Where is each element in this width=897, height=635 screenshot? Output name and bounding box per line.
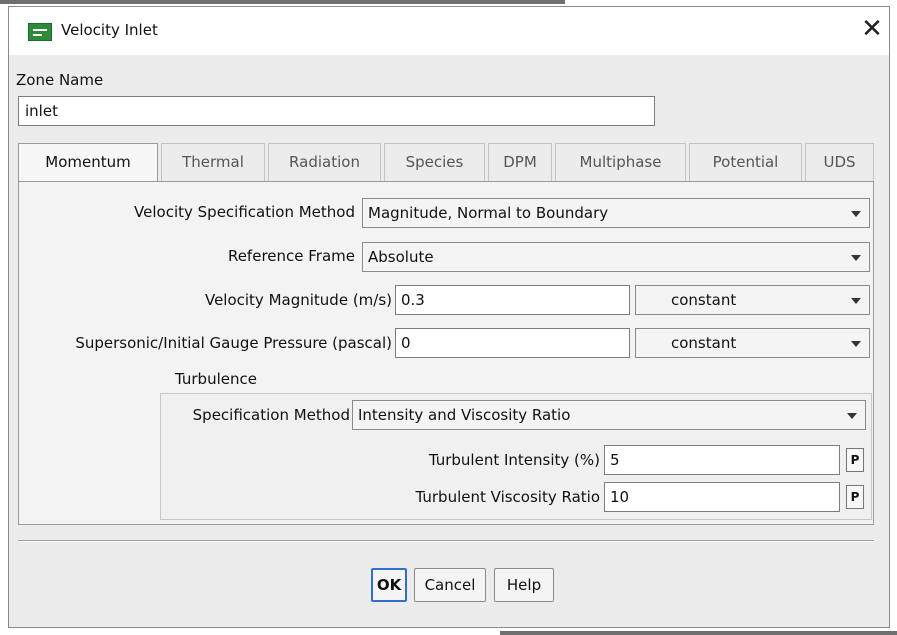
tab-potential[interactable]: Potential bbox=[689, 143, 802, 181]
cancel-button[interactable]: Cancel bbox=[414, 568, 486, 602]
tab-thermal[interactable]: Thermal bbox=[161, 143, 265, 181]
turbulent-intensity-input[interactable] bbox=[604, 445, 840, 475]
chevron-down-icon bbox=[851, 211, 861, 217]
reference-frame-select[interactable]: Absolute bbox=[362, 242, 870, 272]
velocity-spec-method-select[interactable]: Magnitude, Normal to Boundary bbox=[362, 198, 870, 228]
velocity-spec-method-value: Magnitude, Normal to Boundary bbox=[368, 204, 609, 222]
turbulent-viscosity-ratio-label: Turbulent Viscosity Ratio bbox=[415, 488, 601, 506]
chevron-down-icon bbox=[851, 298, 861, 304]
tab-species[interactable]: Species bbox=[384, 143, 485, 181]
background-gap bbox=[565, 0, 897, 4]
turbulent-intensity-label: Turbulent Intensity (%) bbox=[428, 451, 600, 469]
chevron-down-icon bbox=[851, 341, 861, 347]
tab-multiphase[interactable]: Multiphase bbox=[555, 143, 686, 181]
app-icon bbox=[28, 23, 52, 41]
gauge-pressure-profile-value: constant bbox=[671, 334, 737, 352]
tab-uds[interactable]: UDS bbox=[805, 143, 874, 181]
chevron-down-icon bbox=[847, 413, 857, 419]
chevron-down-icon bbox=[851, 255, 861, 261]
turbulence-spec-method-select[interactable]: Intensity and Viscosity Ratio bbox=[352, 400, 866, 430]
background-gap-bottom bbox=[0, 631, 500, 635]
tab-radiation[interactable]: Radiation bbox=[268, 143, 381, 181]
velocity-magnitude-label: Velocity Magnitude (m/s) bbox=[204, 291, 392, 309]
gauge-pressure-label: Supersonic/Initial Gauge Pressure (pasca… bbox=[75, 334, 392, 352]
velocity-magnitude-profile-value: constant bbox=[671, 291, 737, 309]
velocity-spec-method-label: Velocity Specification Method bbox=[134, 203, 355, 221]
ok-button[interactable]: OK bbox=[371, 568, 407, 602]
close-button[interactable]: ✕ bbox=[858, 14, 886, 44]
reference-frame-label: Reference Frame bbox=[227, 247, 355, 265]
turbulent-viscosity-ratio-input[interactable] bbox=[604, 482, 840, 512]
button-separator bbox=[18, 540, 874, 542]
turbulence-heading: Turbulence bbox=[175, 370, 257, 388]
velocity-magnitude-input[interactable] bbox=[395, 285, 630, 315]
gauge-pressure-input[interactable] bbox=[395, 328, 630, 358]
tab-bar: Momentum Thermal Radiation Species DPM M… bbox=[18, 143, 874, 183]
turbulence-spec-method-label: Specification Method bbox=[192, 406, 350, 424]
turbulent-viscosity-ratio-param-button[interactable]: P bbox=[846, 485, 864, 509]
tab-dpm[interactable]: DPM bbox=[488, 143, 552, 181]
window-title: Velocity Inlet bbox=[61, 21, 158, 39]
gauge-pressure-profile-select[interactable]: constant bbox=[635, 328, 870, 358]
reference-frame-value: Absolute bbox=[368, 248, 434, 266]
turbulence-spec-method-value: Intensity and Viscosity Ratio bbox=[358, 406, 571, 424]
turbulent-intensity-param-button[interactable]: P bbox=[846, 448, 864, 472]
help-button[interactable]: Help bbox=[494, 568, 554, 602]
zone-name-input[interactable] bbox=[18, 96, 655, 126]
tab-momentum[interactable]: Momentum bbox=[18, 143, 158, 183]
velocity-magnitude-profile-select[interactable]: constant bbox=[635, 285, 870, 315]
zone-name-label: Zone Name bbox=[16, 71, 104, 89]
